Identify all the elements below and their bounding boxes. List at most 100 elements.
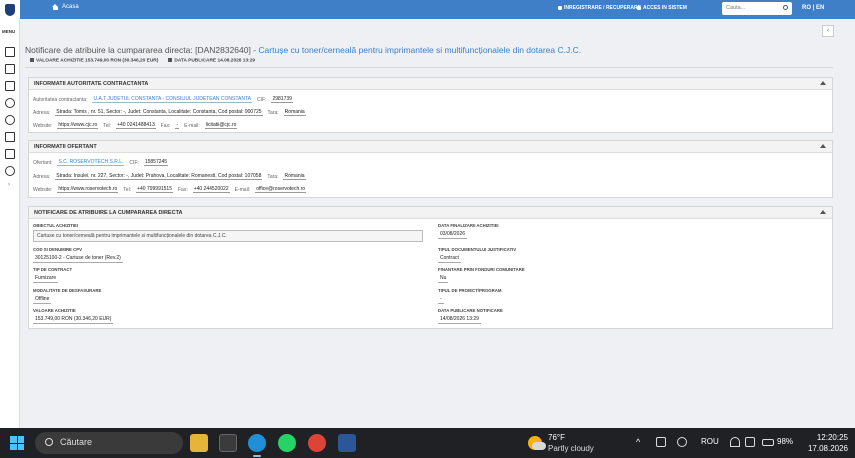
file-explorer-icon[interactable] xyxy=(190,434,208,452)
bidder-name-row: Ofertant: S.C. ROSERVOTECH S.R.L. CIF: 1… xyxy=(33,159,169,166)
title-prefix: Notificare de atribuire la cumpararea di… xyxy=(25,45,259,55)
bidder-email-label: E-mail: xyxy=(234,186,251,193)
project-field: TIPUL DE PROIECT/PROGRAM - xyxy=(438,288,501,304)
value-label: VALOARE ACHIZITIE xyxy=(33,308,76,313)
copilot-icon[interactable] xyxy=(656,437,666,447)
list-icon[interactable] xyxy=(5,64,15,74)
bidder-website-value[interactable]: https://www.roservotech.ro xyxy=(57,186,119,193)
collapse-caret-icon[interactable] xyxy=(820,144,826,148)
header-strip xyxy=(21,19,855,39)
eu-funds-field: FINANTARE PRIN FONDURI COMUNITARE Nu xyxy=(438,267,525,283)
cpv-field: COD SI DENUMIRE CPV 30125100-2 - Cartuse… xyxy=(33,247,123,263)
menu-label[interactable]: MENU xyxy=(2,29,15,34)
authority-website-label: Website: xyxy=(33,122,53,129)
chrome-icon[interactable] xyxy=(308,434,326,452)
battery-icon[interactable] xyxy=(762,439,774,446)
authority-website-value[interactable]: https://www.cjc.ro xyxy=(57,122,99,129)
tools-icon[interactable] xyxy=(5,115,15,125)
finalize-value: 03/08/2026 xyxy=(438,231,468,239)
object-value: Cartuse cu toner/cerneală pentru imprima… xyxy=(33,230,423,242)
register-label: INREGISTRARE / RECUPERARE xyxy=(564,5,641,11)
collapse-caret-icon[interactable] xyxy=(820,81,826,85)
finalize-field: DATA FINALIZARII ACHIZITIEI 03/08/2026 xyxy=(438,223,499,239)
login-link[interactable]: ACCES IN SISTEM xyxy=(637,5,687,11)
authority-heading-label: INFORMATII AUTORITATE CONTRACTANTA xyxy=(34,81,149,87)
left-sidebar: MENU › xyxy=(0,19,20,428)
authority-tel-value: +40 0241488413 xyxy=(116,122,156,129)
headset-icon[interactable] xyxy=(677,437,687,447)
contract-type-field: TIP DE CONTRACT Furnizare xyxy=(33,267,72,283)
collapse-caret-icon[interactable] xyxy=(820,210,826,214)
edge-browser-icon[interactable] xyxy=(248,434,266,452)
money-icon xyxy=(30,58,34,62)
bidder-email-value[interactable]: office@roservotech.ro xyxy=(255,186,307,193)
chat-icon[interactable] xyxy=(5,166,15,176)
user-plus-icon xyxy=(558,6,562,10)
bidder-heading[interactable]: INFORMATII OFERTANT xyxy=(29,141,832,153)
speaker-muted-icon[interactable] xyxy=(745,437,755,447)
windows-taskbar: Căutare 76°F Partly cloudy ^ ROU 98% 12:… xyxy=(0,428,855,458)
input-language[interactable]: ROU xyxy=(701,437,719,446)
authority-name-link[interactable]: U.A.T JUDETUL CONSTANTA - CONSILIUL JUDE… xyxy=(92,96,253,103)
shield-icon xyxy=(5,3,15,16)
wifi-icon[interactable] xyxy=(730,437,740,447)
bidder-contact-row: Website: https://www.roservotech.ro Tel:… xyxy=(33,186,307,193)
pub-date-field: DATA PUBLICARE NOTIFICARE 14/08/2026 13:… xyxy=(438,308,503,324)
id-card-icon[interactable] xyxy=(5,132,15,142)
expand-chevron-icon[interactable]: › xyxy=(8,182,10,188)
search-input[interactable]: Cauta... xyxy=(722,2,792,15)
weather-desc: Partly cloudy xyxy=(548,444,594,453)
site-logo[interactable] xyxy=(0,0,20,19)
value-field: VALOARE ACHIZITIE 153.749,00 RON (30.346… xyxy=(33,308,114,324)
authority-email-value[interactable]: licitatii@cjc.ro xyxy=(204,122,238,129)
authority-address-row: Adresa: Strada: Tomis , nr. 51, Sector: … xyxy=(33,109,306,116)
home-label: Acasa xyxy=(62,4,79,10)
date-meta-label: DATA PUBLICARE 14.08.2026 13:29 xyxy=(174,58,256,64)
bidder-country-value: Romania xyxy=(283,173,306,180)
value-meta: VALOARE ACHIZITIE 153.749,00 RON (30.346… xyxy=(30,58,158,63)
home-link[interactable]: Acasa xyxy=(52,4,79,10)
collapse-button[interactable]: ‹ xyxy=(822,25,834,37)
project-value: - xyxy=(438,296,444,304)
bidder-name-link[interactable]: S.C. ROSERVOTECH S.R.L. xyxy=(57,159,125,166)
taskbar-search[interactable]: Căutare xyxy=(35,432,183,454)
value-meta-label: VALOARE ACHIZITIE 153.749,00 RON (30.346… xyxy=(36,58,159,64)
notice-heading[interactable]: NOTIFICARE DE ATRIBUIRE LA CUMPARAREA DI… xyxy=(29,207,832,219)
authority-cif-value: 2981739 xyxy=(271,96,293,103)
system-clock[interactable]: 12:20:25 17.08.2026 xyxy=(800,432,848,454)
weather-widget[interactable]: 76°F Partly cloudy xyxy=(528,433,618,455)
bidder-tel-value: +40 799991515 xyxy=(136,186,173,193)
language-switch[interactable]: RO | EN xyxy=(802,5,824,11)
contract-type-value: Furnizare xyxy=(33,275,59,283)
windows-start-icon[interactable] xyxy=(10,436,24,450)
register-link[interactable]: INREGISTRARE / RECUPERARE xyxy=(558,5,641,11)
value-value: 153.749,00 RON (30.346,20 EUR) xyxy=(33,316,114,324)
cpv-value: 30125100-2 - Cartuse de toner (Rev.2) xyxy=(33,255,123,263)
authority-email-label: E-mail: xyxy=(184,122,200,129)
document-icon[interactable] xyxy=(5,47,15,57)
authority-cif-label: CIF: xyxy=(257,96,267,103)
chevron-up-icon[interactable]: ^ xyxy=(636,437,640,447)
authority-heading[interactable]: INFORMATII AUTORITATE CONTRACTANTA xyxy=(29,78,832,90)
store-icon[interactable] xyxy=(219,434,237,452)
project-label: TIPUL DE PROIECT/PROGRAM xyxy=(438,288,502,293)
help-icon[interactable] xyxy=(5,98,15,108)
calendar-icon[interactable] xyxy=(5,81,15,91)
authority-country-value: Romania xyxy=(283,109,306,116)
authority-contact-row: Website: https://www.cjc.ro Tel: +40 024… xyxy=(33,122,238,129)
eu-funds-value: Nu xyxy=(438,275,449,283)
bidder-country-label: Tara: xyxy=(267,173,279,180)
table-icon[interactable] xyxy=(5,149,15,159)
bidder-name-label: Ofertant: xyxy=(33,159,53,166)
word-icon[interactable] xyxy=(338,434,356,452)
finalize-label: DATA FINALIZARII ACHIZITIEI xyxy=(438,223,499,228)
bidder-cif-label: CIF: xyxy=(129,159,139,166)
calendar-icon xyxy=(168,58,173,62)
title-link[interactable]: Cartușe cu toner/cerneală pentru imprima… xyxy=(258,45,581,55)
whatsapp-icon[interactable] xyxy=(278,434,296,452)
search-icon[interactable] xyxy=(783,5,788,10)
cpv-label: COD SI DENUMIRE CPV xyxy=(33,247,82,252)
doc-type-label: TIPUL DOCUMENTULUI JUSTIFICATIV xyxy=(438,247,517,252)
bidder-address-value: Strada: Insulei, nr. 227, Sector: -, Jud… xyxy=(55,173,263,180)
bidder-cif-value: 15857245 xyxy=(143,159,169,166)
